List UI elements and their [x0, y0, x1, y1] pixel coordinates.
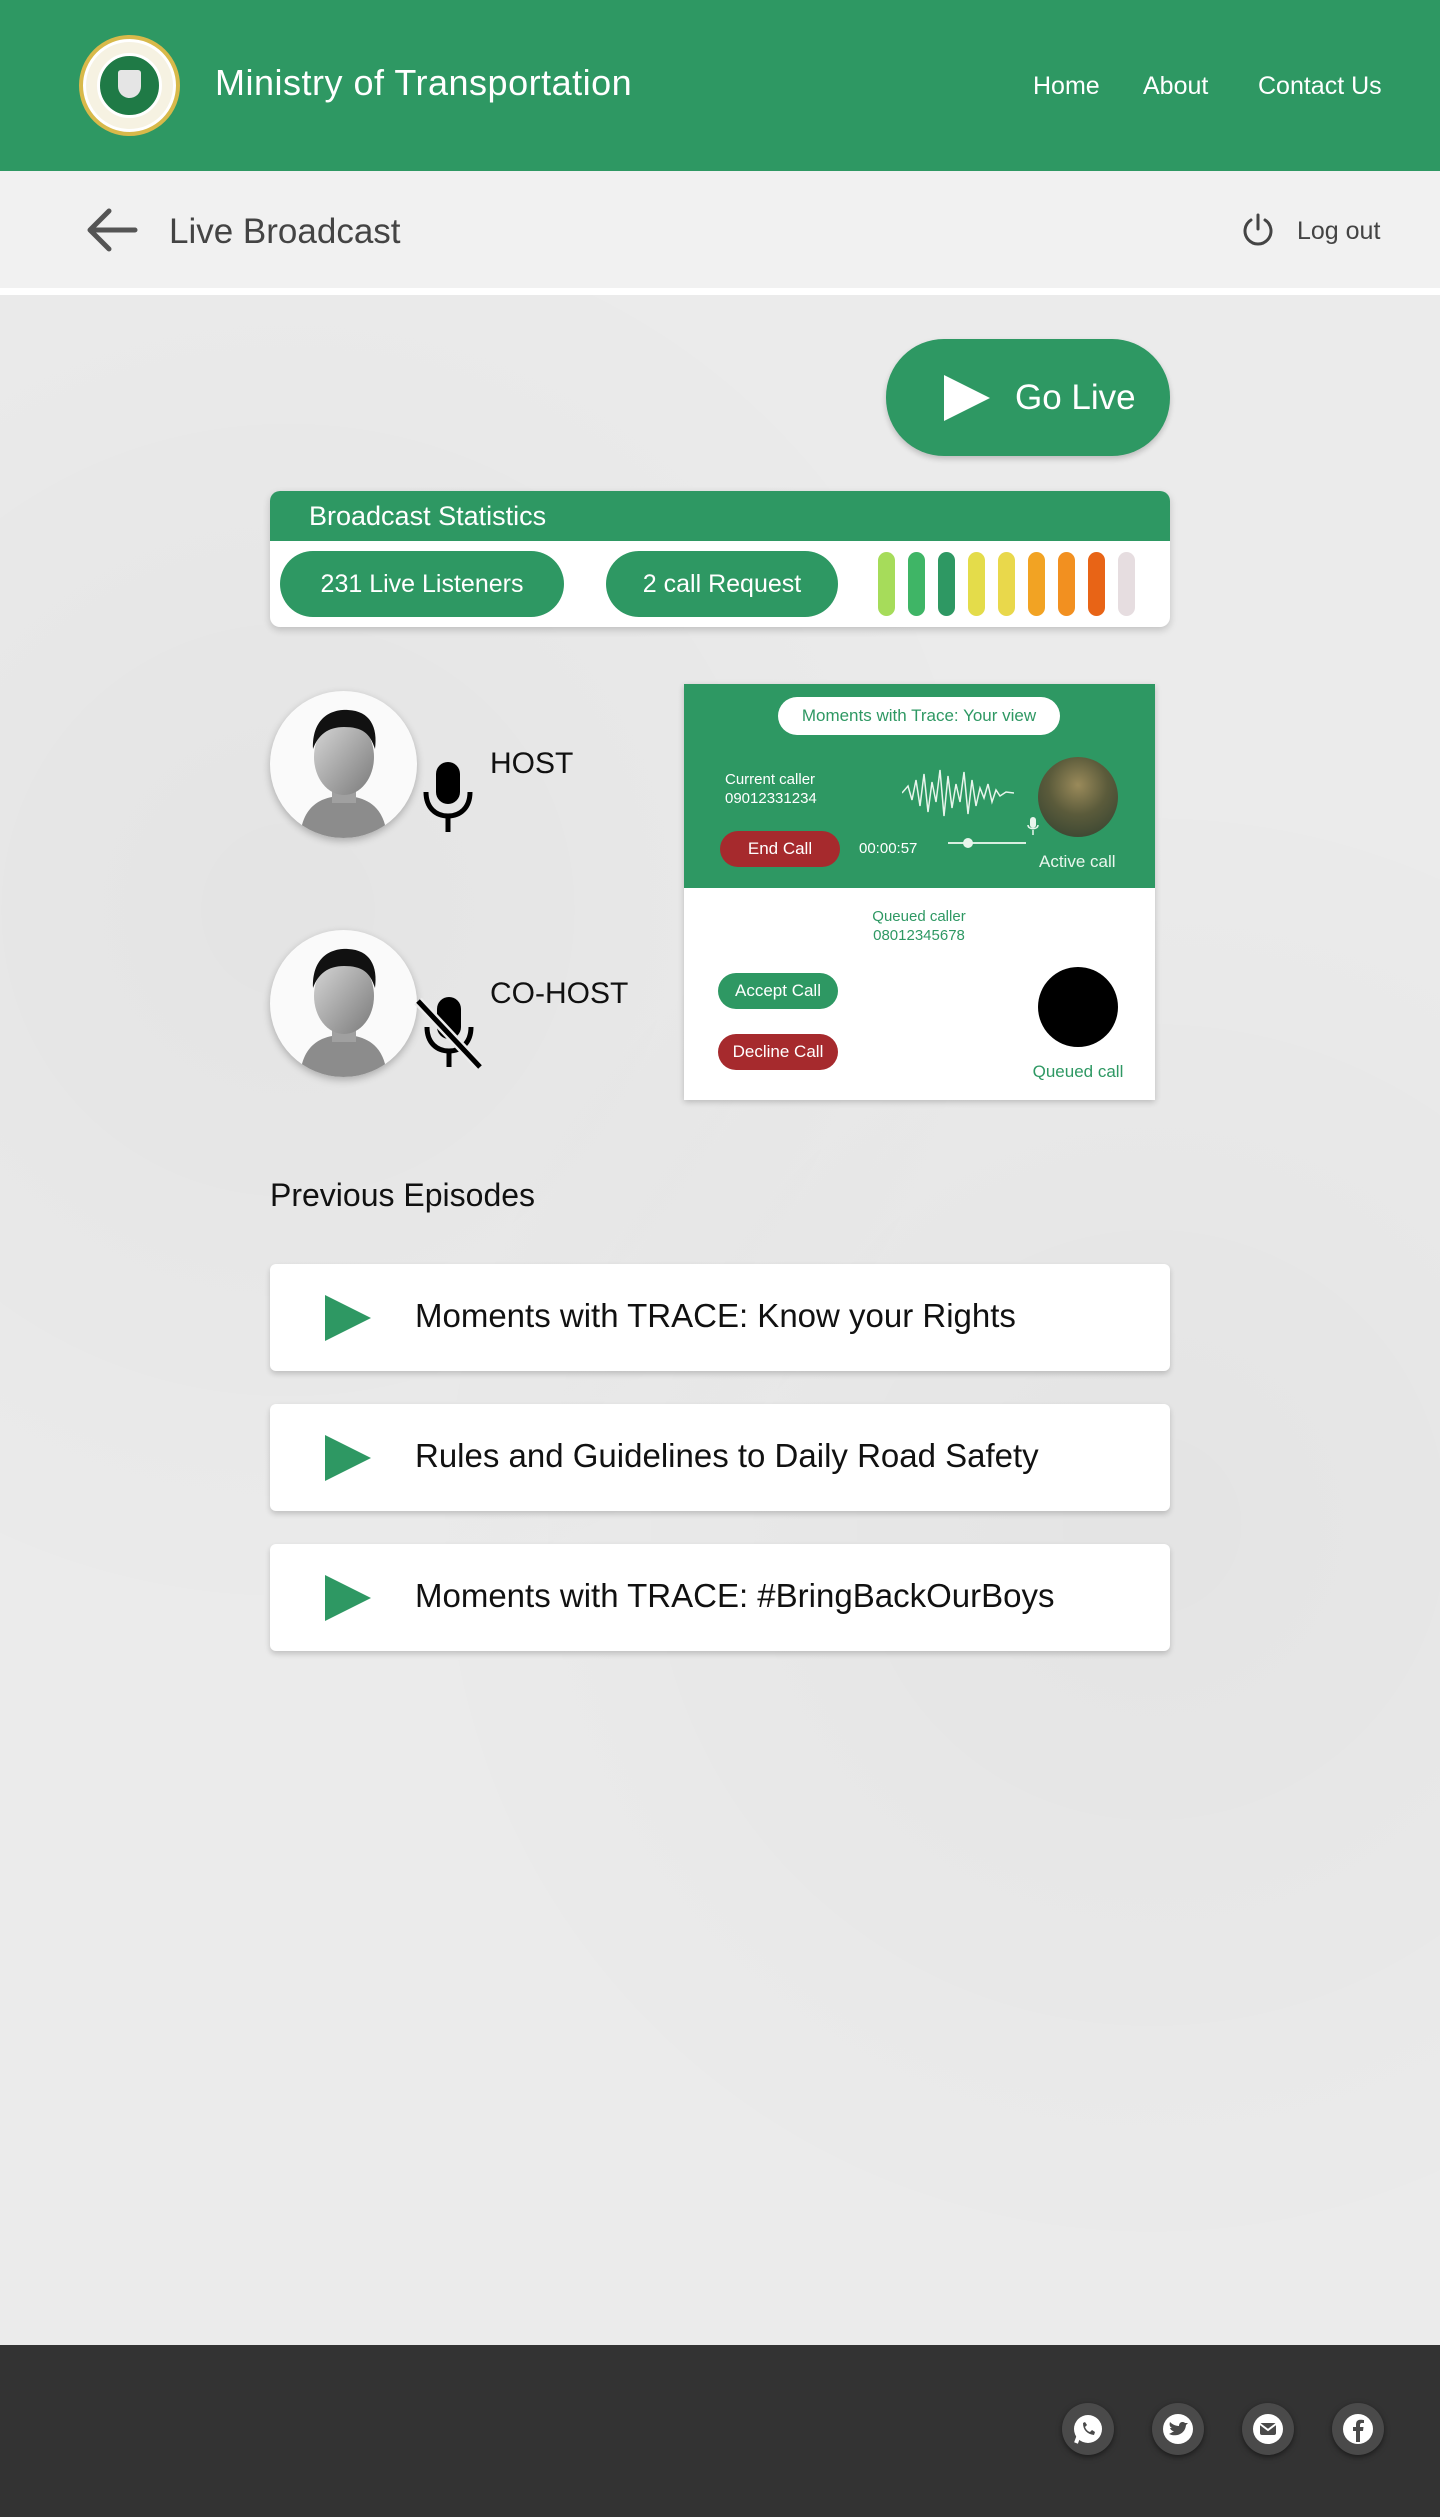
twitter-icon[interactable]: [1152, 2403, 1204, 2455]
mail-icon[interactable]: [1242, 2403, 1294, 2455]
microphone-muted-icon[interactable]: [414, 995, 484, 1076]
level-bar: [878, 552, 895, 616]
small-mic-icon: [1027, 817, 1039, 835]
nav-home[interactable]: Home: [1033, 72, 1100, 101]
call-request-badge[interactable]: 2 call Request: [606, 551, 838, 617]
episode-title: Rules and Guidelines to Daily Road Safet…: [415, 1437, 1039, 1474]
stats-title: Broadcast Statistics: [309, 501, 547, 531]
nav-about[interactable]: About: [1143, 72, 1208, 101]
active-caller-photo: [1038, 757, 1118, 837]
level-bar: [968, 552, 985, 616]
microphone-icon[interactable]: [420, 760, 476, 841]
active-call-label: Active call: [1039, 852, 1116, 871]
call-duration: 00:00:57: [859, 840, 918, 857]
episode-title: Moments with TRACE: Know your Rights: [415, 1297, 1016, 1334]
previous-episodes-title: Previous Episodes: [270, 1177, 536, 1213]
level-bar: [1088, 552, 1105, 616]
power-icon: [1243, 213, 1273, 246]
logout-button[interactable]: Log out: [1240, 212, 1390, 248]
waveform-icon: [902, 769, 1014, 817]
episode-item[interactable]: Rules and Guidelines to Daily Road Safet…: [270, 1404, 1170, 1511]
play-icon[interactable]: [323, 1293, 373, 1343]
play-icon[interactable]: [323, 1573, 373, 1623]
go-live-button[interactable]: Go Live: [886, 339, 1170, 456]
episode-title: Moments with TRACE: #BringBackOurBoys: [415, 1577, 1055, 1614]
level-bar: [908, 552, 925, 616]
end-call-button[interactable]: End Call: [720, 831, 840, 867]
level-bar: [1118, 552, 1135, 616]
ogun-state-logo[interactable]: [79, 35, 180, 136]
current-caller-number: 09012331234: [725, 790, 817, 807]
divider: [0, 288, 1440, 295]
go-live-label: Go Live: [1015, 378, 1136, 417]
whatsapp-icon[interactable]: [1062, 2403, 1114, 2455]
queued-caller-number: 08012345678: [873, 927, 965, 944]
page-title: Live Broadcast: [169, 212, 401, 251]
logout-label: Log out: [1297, 217, 1381, 245]
play-icon: [944, 375, 990, 421]
site-footer: [0, 2345, 1440, 2517]
volume-slider[interactable]: [946, 836, 1028, 850]
decline-call-button[interactable]: Decline Call: [718, 1034, 838, 1070]
queued-caller-avatar: [1038, 967, 1118, 1047]
back-arrow-icon[interactable]: [83, 205, 139, 255]
episode-item[interactable]: Moments with TRACE: #BringBackOurBoys: [270, 1544, 1170, 1651]
nav-contact-us[interactable]: Contact Us: [1258, 72, 1382, 101]
level-bar: [938, 552, 955, 616]
live-listeners-badge: 231 Live Listeners: [280, 551, 564, 617]
accept-call-button[interactable]: Accept Call: [718, 973, 838, 1009]
level-bar: [1058, 552, 1075, 616]
queued-call-label: Queued call: [1032, 1062, 1124, 1081]
host-view-title: Moments with Trace: Your view: [778, 697, 1060, 735]
host-view-card: Moments with Trace: Your view Current ca…: [684, 684, 1155, 1100]
current-caller-label: Current caller: [725, 771, 816, 788]
cohost-avatar: [270, 930, 417, 1077]
host-label: HOST: [490, 747, 574, 780]
level-bar: [1028, 552, 1045, 616]
play-icon[interactable]: [323, 1433, 373, 1483]
facebook-icon[interactable]: [1332, 2403, 1384, 2455]
level-bar: [998, 552, 1015, 616]
cohost-label: CO-HOST: [490, 977, 629, 1010]
episode-item[interactable]: Moments with TRACE: Know your Rights: [270, 1264, 1170, 1371]
site-title: Ministry of Transportation: [215, 62, 633, 103]
queued-caller-label: Queued caller: [872, 908, 966, 925]
host-avatar: [270, 691, 417, 838]
